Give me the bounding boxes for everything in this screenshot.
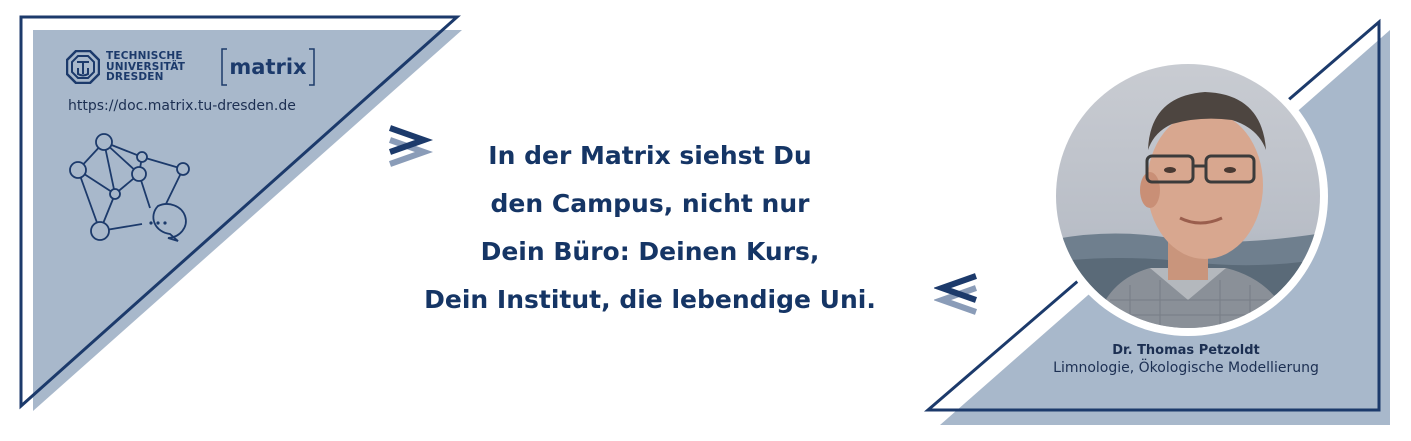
quote-line-4: Dein Institut, die lebendige Uni.	[424, 285, 876, 314]
tu-line-3: DRESDEN	[106, 71, 164, 84]
quote-line-2: den Campus, nicht nur	[490, 189, 810, 218]
person-role: Limnologie, Ökologische Modellierung	[1053, 360, 1319, 376]
matrix-wordmark: matrix	[229, 55, 307, 79]
quote-line-3: Dein Büro: Deinen Kurs,	[480, 237, 820, 266]
quote-line-1: In der Matrix siehst Du	[488, 141, 812, 170]
network-chat-icon	[69, 133, 190, 242]
tu-dresden-logo-icon	[66, 50, 100, 84]
tu-dresden-logo[interactable]: TECHNISCHE UNIVERSITÄT DRESDEN	[66, 50, 185, 84]
matrix-doc-url[interactable]: https://doc.matrix.tu-dresden.de	[68, 98, 296, 114]
tu-dresden-wordmark: TECHNISCHE UNIVERSITÄT DRESDEN	[106, 51, 185, 83]
quote-text: In der Matrix siehst Du den Campus, nich…	[380, 132, 920, 324]
person-name: Dr. Thomas Petzoldt	[1112, 343, 1260, 358]
matrix-logo[interactable]: matrix	[221, 48, 315, 86]
quote-close-icon	[934, 273, 977, 315]
